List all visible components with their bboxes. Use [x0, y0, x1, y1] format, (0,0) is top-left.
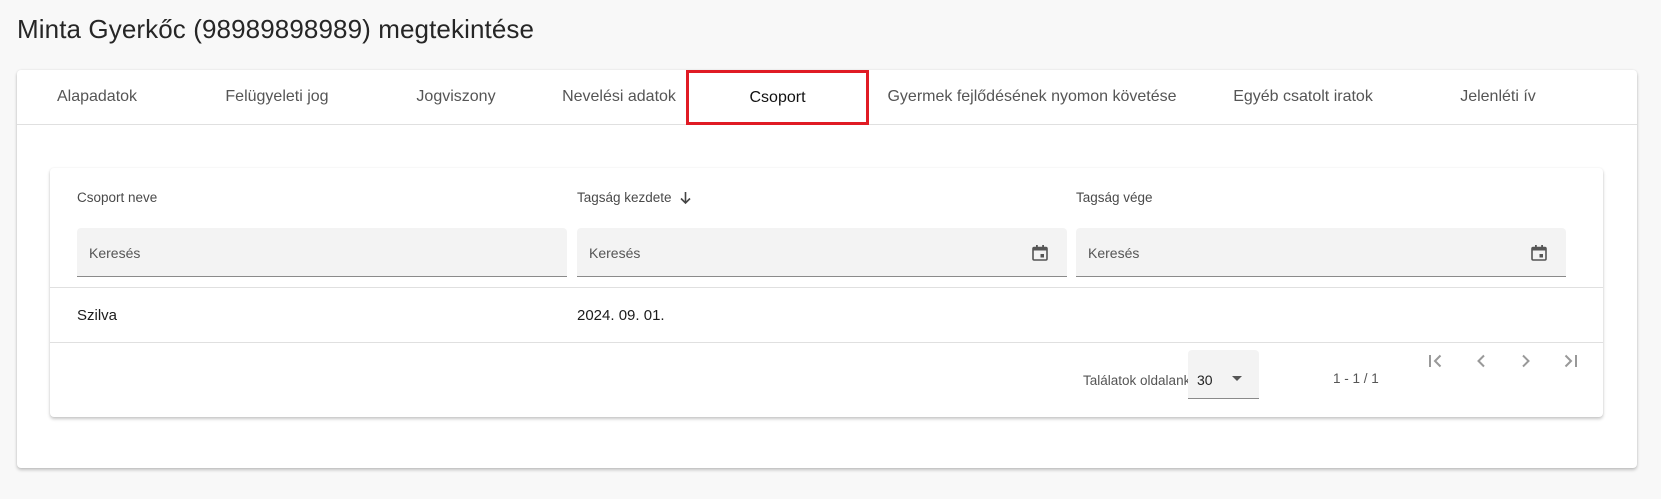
- chevron-right-icon[interactable]: [1514, 349, 1538, 373]
- column-header-end-date[interactable]: Tagság vége: [1076, 190, 1153, 205]
- column-header-label: Tagság vége: [1076, 190, 1153, 205]
- content-card: Alapadatok Felügyeleti jog Jogviszony Ne…: [17, 70, 1637, 468]
- column-header-start-date[interactable]: Tagság kezdete: [577, 190, 692, 205]
- table-row[interactable]: Szilva 2024. 09. 01.: [50, 288, 1603, 342]
- end-date-filter: [1076, 228, 1566, 278]
- dropdown-arrow-icon: [1232, 369, 1242, 387]
- page-size-value: 30: [1197, 372, 1213, 388]
- group-name-cell: Szilva: [77, 307, 118, 324]
- tab-jelenleti-iv[interactable]: Jelenléti ív: [1413, 70, 1583, 124]
- tab-csoport[interactable]: Csoport: [686, 70, 869, 125]
- tab-nevelesi-adatok[interactable]: Nevelési adatok: [535, 70, 703, 124]
- tab-bar: Alapadatok Felügyeleti jog Jogviszony Ne…: [17, 70, 1637, 125]
- chevron-left-icon[interactable]: [1469, 349, 1493, 373]
- end-date-search-input[interactable]: [1086, 228, 1482, 278]
- tab-felugyeleti-jog[interactable]: Felügyeleti jog: [177, 70, 377, 124]
- group-name-search-input[interactable]: [87, 228, 483, 278]
- tab-alapadatok[interactable]: Alapadatok: [17, 70, 177, 124]
- group-name-filter: [77, 228, 567, 278]
- page-size-select[interactable]: 30: [1188, 350, 1259, 399]
- column-header-label: Tagság kezdete: [577, 190, 672, 205]
- start-date-cell: 2024. 09. 01.: [577, 307, 665, 324]
- last-page-icon[interactable]: [1558, 349, 1582, 373]
- arrow-down-icon: [679, 191, 692, 205]
- column-header-label: Csoport neve: [77, 190, 158, 205]
- first-page-icon[interactable]: [1424, 349, 1448, 373]
- group-table: Csoport neve Tagság kezdete Tagság vége: [50, 168, 1603, 417]
- tab-jogviszony[interactable]: Jogviszony: [377, 70, 535, 124]
- page-title: Minta Gyerkőc (98989898989) megtekintése: [17, 14, 535, 44]
- calendar-icon[interactable]: [1031, 244, 1049, 267]
- tab-gyermek-fejlodes[interactable]: Gyermek fejlődésének nyomon követése: [871, 70, 1193, 124]
- tab-egyeb-csatolt-iratok[interactable]: Egyéb csatolt iratok: [1193, 70, 1413, 124]
- divider: [50, 342, 1603, 343]
- start-date-filter: [577, 228, 1067, 278]
- calendar-icon[interactable]: [1530, 244, 1548, 267]
- start-date-search-input[interactable]: [587, 228, 983, 278]
- column-header-group-name[interactable]: Csoport neve: [77, 190, 157, 205]
- page-range: 1 - 1 / 1: [1333, 371, 1379, 386]
